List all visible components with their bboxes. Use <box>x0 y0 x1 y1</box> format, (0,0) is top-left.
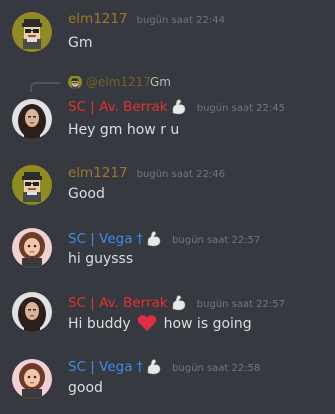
author-name[interactable]: elm1217 <box>68 165 128 181</box>
elm1217-avatar-icon <box>68 75 82 89</box>
message-text: Hi buddy how is going <box>68 314 252 334</box>
reply-reference[interactable]: @elm1217 Gm <box>0 72 335 92</box>
cross-symbol: † <box>136 360 143 375</box>
red-heart-icon <box>137 314 157 332</box>
timestamp: bugün saat 22:57 <box>196 299 285 310</box>
elm1217-avatar-icon[interactable] <box>12 165 52 205</box>
message-text-part: Hi buddy <box>68 316 131 332</box>
vega-avatar-icon[interactable] <box>12 359 52 399</box>
flexed-biceps-icon <box>145 358 163 376</box>
timestamp: bugün saat 22:45 <box>196 103 285 114</box>
author-name[interactable]: SC | Vega <box>68 231 132 247</box>
message-text: hi guysss <box>68 251 134 267</box>
berrak-avatar-icon[interactable] <box>12 292 52 332</box>
author-name[interactable]: SC | Av. Berrak <box>68 295 168 311</box>
elm1217-avatar-icon[interactable] <box>12 12 52 52</box>
chat-messages: elm1217 bugün saat 22:44 Gm @elm1217 Gm … <box>0 0 335 414</box>
author-name[interactable]: SC | Vega <box>68 359 132 375</box>
message-text: Gm <box>68 35 93 51</box>
reply-text: Gm <box>150 75 171 89</box>
author-name[interactable]: SC | Av. Berrak <box>68 99 168 115</box>
author-name[interactable]: elm1217 <box>68 11 128 27</box>
reply-connector <box>30 82 60 92</box>
timestamp: bugün saat 22:57 <box>172 235 261 246</box>
cross-symbol: † <box>136 232 143 247</box>
vega-avatar-icon[interactable] <box>12 228 52 268</box>
timestamp: bugün saat 22:58 <box>172 363 261 374</box>
flexed-biceps-icon <box>170 98 188 116</box>
berrak-avatar-icon[interactable] <box>12 99 52 139</box>
flexed-biceps-icon <box>170 294 188 312</box>
timestamp: bugün saat 22:46 <box>136 169 225 180</box>
timestamp: bugün saat 22:44 <box>136 15 225 26</box>
reply-author[interactable]: @elm1217 <box>86 72 151 92</box>
message-text: Hey gm how r u <box>68 122 180 138</box>
message-text-part: how is going <box>163 316 252 332</box>
flexed-biceps-icon <box>145 230 163 248</box>
message-text: good <box>68 380 103 396</box>
message-text: Good <box>68 186 105 202</box>
